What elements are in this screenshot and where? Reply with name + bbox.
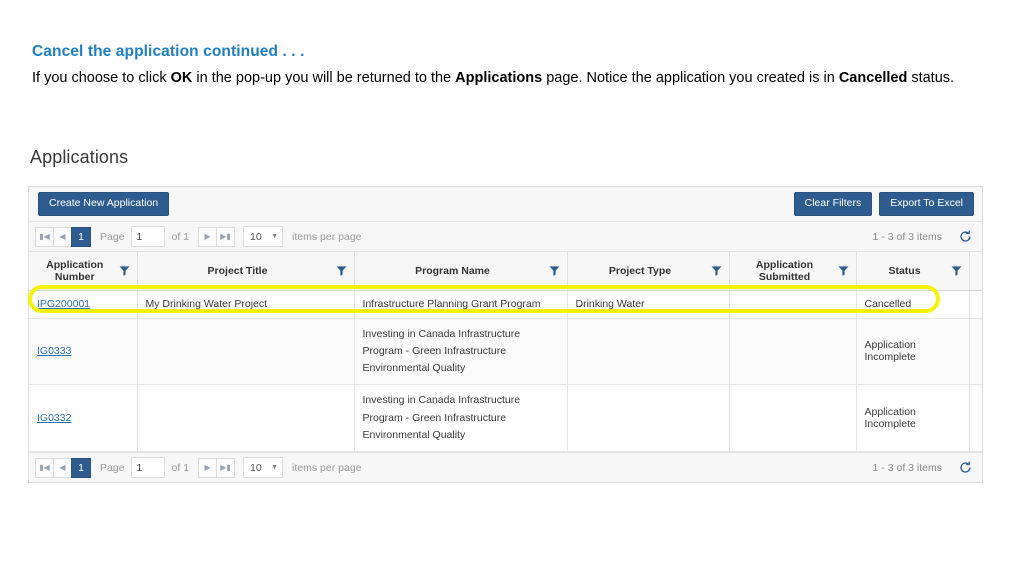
scrollbar-gutter-cell: [969, 318, 982, 386]
filter-icon[interactable]: [951, 265, 962, 276]
column-header-project-title[interactable]: Project Title: [137, 252, 355, 291]
application-number-link[interactable]: IG0332: [37, 412, 71, 424]
table-row[interactable]: IG0332 Investing in Canada Infrastructur…: [29, 384, 982, 453]
previous-page-icon[interactable]: ◀: [53, 457, 72, 478]
page-label-bottom: Page: [100, 461, 125, 474]
grid-toolbar: Create New Application Clear Filters Exp…: [29, 187, 982, 222]
column-header-application-number[interactable]: Application Number: [29, 252, 138, 291]
column-label: Application Number: [46, 258, 104, 283]
scrollbar-gutter-header: [969, 252, 982, 291]
item-count-top: 1 - 3 of 3 items: [872, 230, 942, 243]
column-label: Program Name: [415, 264, 490, 277]
page-size-value-bottom: 10: [250, 461, 262, 474]
export-to-excel-button[interactable]: Export To Excel: [879, 192, 974, 216]
body-run-0: If you choose to click: [32, 69, 171, 86]
applications-table: Application Number Project Title Program…: [29, 252, 982, 453]
cell-project-title: My Drinking Water Project: [137, 290, 355, 319]
column-header-application-submitted[interactable]: Application Submitted: [729, 252, 857, 291]
cell-status: Cancelled: [856, 290, 970, 319]
application-number-link[interactable]: IPG200001: [37, 298, 90, 310]
item-count-bottom: 1 - 3 of 3 items: [872, 461, 942, 474]
cell-application-number: IG0332: [29, 384, 138, 453]
page-number-1-button[interactable]: 1: [71, 226, 91, 247]
page-size-select-top[interactable]: 10 ▼: [243, 226, 284, 247]
page-title: Cancel the application continued . . .: [32, 43, 305, 60]
refresh-icon[interactable]: [958, 461, 972, 475]
page-of-label-top: of 1: [171, 230, 190, 243]
chevron-down-icon: ▼: [271, 464, 279, 472]
column-label: Application Submitted: [755, 258, 814, 283]
cell-status: Application Incomplete: [856, 384, 970, 453]
table-header-row: Application Number Project Title Program…: [29, 252, 982, 291]
last-page-icon[interactable]: ▶▮: [216, 226, 236, 247]
body-run-1: OK: [170, 69, 193, 86]
applications-grid-panel: Create New Application Clear Filters Exp…: [28, 186, 983, 484]
last-page-icon[interactable]: ▶▮: [216, 457, 236, 478]
page-number-input-bottom[interactable]: [130, 457, 165, 479]
page-label-top: Page: [100, 230, 125, 243]
cell-project-type: Drinking Water: [567, 290, 730, 319]
body-run-4: page. Notice the application you created…: [542, 69, 839, 86]
body-run-5: Cancelled: [838, 69, 908, 86]
page-number-input-top[interactable]: [130, 226, 165, 247]
applications-heading: Applications: [30, 147, 129, 167]
cell-application-number: IPG200001: [29, 290, 138, 319]
column-header-project-type[interactable]: Project Type: [567, 252, 730, 291]
cell-program-name: Investing in Canada Infrastructure Progr…: [354, 318, 568, 386]
cell-application-submitted: [729, 384, 857, 453]
cell-status: Application Incomplete: [856, 318, 970, 386]
cell-application-submitted: [729, 318, 857, 386]
body-run-3: Applications: [455, 69, 543, 86]
cell-application-number: IG0333: [29, 318, 138, 386]
table-row[interactable]: IG0333 Investing in Canada Infrastructur…: [29, 318, 982, 386]
column-header-status[interactable]: Status: [856, 252, 970, 291]
chevron-down-icon: ▼: [271, 233, 279, 240]
filter-icon[interactable]: [838, 265, 849, 276]
next-page-icon[interactable]: ▶: [198, 457, 218, 478]
body-run-6: status.: [907, 69, 955, 86]
page-size-value-top: 10: [250, 230, 262, 243]
cell-project-title: [137, 318, 355, 386]
cell-program-name: Investing in Canada Infrastructure Progr…: [354, 384, 568, 453]
cell-project-type: [567, 318, 730, 386]
cell-project-title: [137, 384, 355, 453]
refresh-icon[interactable]: [958, 230, 972, 244]
page-size-select-bottom[interactable]: 10 ▼: [243, 457, 284, 479]
application-number-link[interactable]: IG0333: [37, 345, 71, 357]
filter-icon[interactable]: [549, 265, 560, 276]
first-page-icon[interactable]: ▮◀: [35, 457, 54, 478]
clear-filters-button[interactable]: Clear Filters: [793, 192, 873, 216]
pager-bottom: ▮◀ ◀ 1 Page of 1 ▶ ▶▮ 10 ▼ items per pag…: [29, 452, 982, 483]
items-per-page-label-top: items per page: [292, 230, 362, 243]
filter-icon[interactable]: [711, 265, 722, 276]
cell-application-submitted: [729, 290, 857, 319]
column-header-program-name[interactable]: Program Name: [354, 252, 568, 291]
pager-top: ▮◀ ◀ 1 Page of 1 ▶ ▶▮ 10 ▼ items per pag…: [29, 222, 982, 252]
create-new-application-button[interactable]: Create New Application: [38, 192, 170, 216]
column-label: Project Title: [207, 264, 268, 277]
scrollbar-gutter-cell: [969, 384, 982, 453]
first-page-icon[interactable]: ▮◀: [35, 226, 54, 247]
items-per-page-label-bottom: items per page: [292, 461, 362, 474]
page-number-1-button[interactable]: 1: [71, 457, 91, 478]
page-of-label-bottom: of 1: [171, 461, 190, 474]
page-body-text: If you choose to click OK in the pop-up …: [32, 68, 982, 89]
slide-canvas: Cancel the application continued . . . I…: [0, 0, 1024, 576]
column-label: Status: [888, 264, 921, 277]
cell-project-type: [567, 384, 730, 453]
next-page-icon[interactable]: ▶: [198, 226, 218, 247]
table-row[interactable]: IPG200001 My Drinking Water Project Infr…: [29, 290, 982, 319]
scrollbar-gutter-cell: [969, 290, 982, 319]
previous-page-icon[interactable]: ◀: [53, 226, 72, 247]
cell-program-name: Infrastructure Planning Grant Program: [354, 290, 568, 319]
filter-icon[interactable]: [336, 265, 347, 276]
body-run-2: in the pop-up you will be returned to th…: [192, 69, 456, 86]
heading-block: Cancel the application continued . . . I…: [32, 42, 982, 89]
column-label: Project Type: [608, 264, 672, 277]
filter-icon[interactable]: [119, 265, 130, 276]
